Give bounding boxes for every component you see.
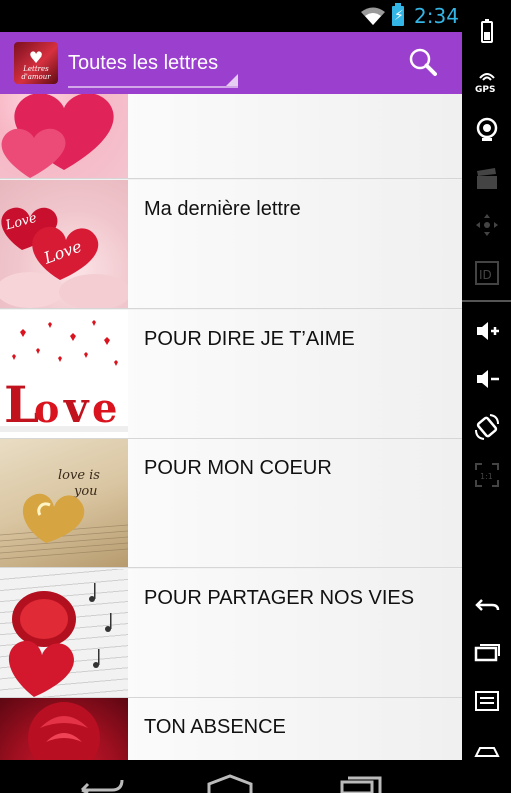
list-item-title: POUR DIRE JE T’AIME	[144, 328, 355, 350]
clapper-icon[interactable]	[474, 166, 500, 192]
list-item-title: TON ABSENCE	[144, 716, 286, 738]
category-spinner-label: Toutes les lettres	[68, 52, 219, 74]
id-icon[interactable]: ID	[474, 260, 500, 286]
app-logo[interactable]: ♥ Lettres d'amour	[14, 42, 58, 84]
list-item[interactable]: POUR PARTAGER NOS VIES	[0, 569, 462, 698]
home-icon[interactable]	[474, 736, 500, 762]
spinner-caret-icon	[226, 74, 238, 86]
svg-text:you: you	[73, 484, 98, 499]
search-icon[interactable]	[404, 46, 444, 80]
svg-text:o: o	[34, 386, 59, 431]
list-item[interactable]: L o v e POUR DIRE JE T’AIME	[0, 310, 462, 439]
menu-icon[interactable]	[474, 688, 500, 714]
battery-charging-icon: ⚡	[392, 3, 404, 26]
letters-list: Love Love Ma dernière lettre L o v e POU…	[0, 94, 462, 760]
gps-icon[interactable]: GPS	[474, 68, 500, 94]
list-item[interactable]: TON ABSENCE	[0, 698, 462, 760]
recent-apps-icon[interactable]	[338, 774, 384, 793]
scale-label: 1:1	[480, 472, 493, 481]
dpad-icon[interactable]	[474, 212, 500, 238]
thumbnail-red-rose	[0, 698, 128, 760]
thumbnail-red-heart-sheet-music	[0, 569, 128, 697]
back-icon[interactable]	[474, 592, 500, 618]
list-item-title: Ma dernière lettre	[144, 198, 301, 220]
recent-apps-icon[interactable]	[474, 640, 500, 666]
home-icon[interactable]	[205, 774, 255, 793]
wifi-icon	[361, 7, 385, 25]
category-spinner[interactable]: Toutes les lettres	[68, 46, 238, 88]
camera-icon[interactable]	[474, 116, 500, 142]
thumbnail-love-3d-letters: L o v e	[0, 310, 128, 438]
list-item-title: POUR PARTAGER NOS VIES	[144, 587, 415, 609]
thumbnail-pink-hearts	[0, 94, 128, 178]
gps-label: GPS	[475, 85, 495, 94]
svg-text:e: e	[92, 385, 117, 432]
list-item[interactable]: love is you POUR MON COEUR	[0, 439, 462, 568]
scale-icon[interactable]: 1:1	[474, 462, 500, 488]
list-item[interactable]: Love Love Ma dernière lettre	[0, 180, 462, 309]
thumbnail-love-hearts-roses: Love Love	[0, 180, 128, 308]
svg-text:v: v	[63, 383, 90, 432]
id-label: ID	[479, 268, 492, 282]
emulator-side-bar: GPS ID 1:1	[462, 0, 511, 793]
list-item[interactable]	[0, 94, 462, 179]
bottom-navigation-bar	[0, 760, 511, 793]
list-item-title: POUR MON COEUR	[144, 457, 332, 479]
status-bar: ⚡ 2:34	[0, 0, 462, 32]
divider	[462, 300, 511, 302]
battery-icon[interactable]	[474, 18, 500, 44]
clock: 2:34	[414, 4, 459, 28]
volume-down-icon[interactable]	[474, 366, 500, 392]
rotate-icon[interactable]	[474, 414, 500, 440]
thumbnail-love-is-you-gold-heart: love is you	[0, 439, 128, 567]
svg-text:love is: love is	[58, 468, 100, 483]
app-logo-text: Lettres d'amour	[21, 65, 51, 81]
action-bar: ♥ Lettres d'amour Toutes les lettres	[0, 32, 462, 94]
volume-up-icon[interactable]	[474, 318, 500, 344]
back-icon[interactable]	[78, 774, 126, 793]
